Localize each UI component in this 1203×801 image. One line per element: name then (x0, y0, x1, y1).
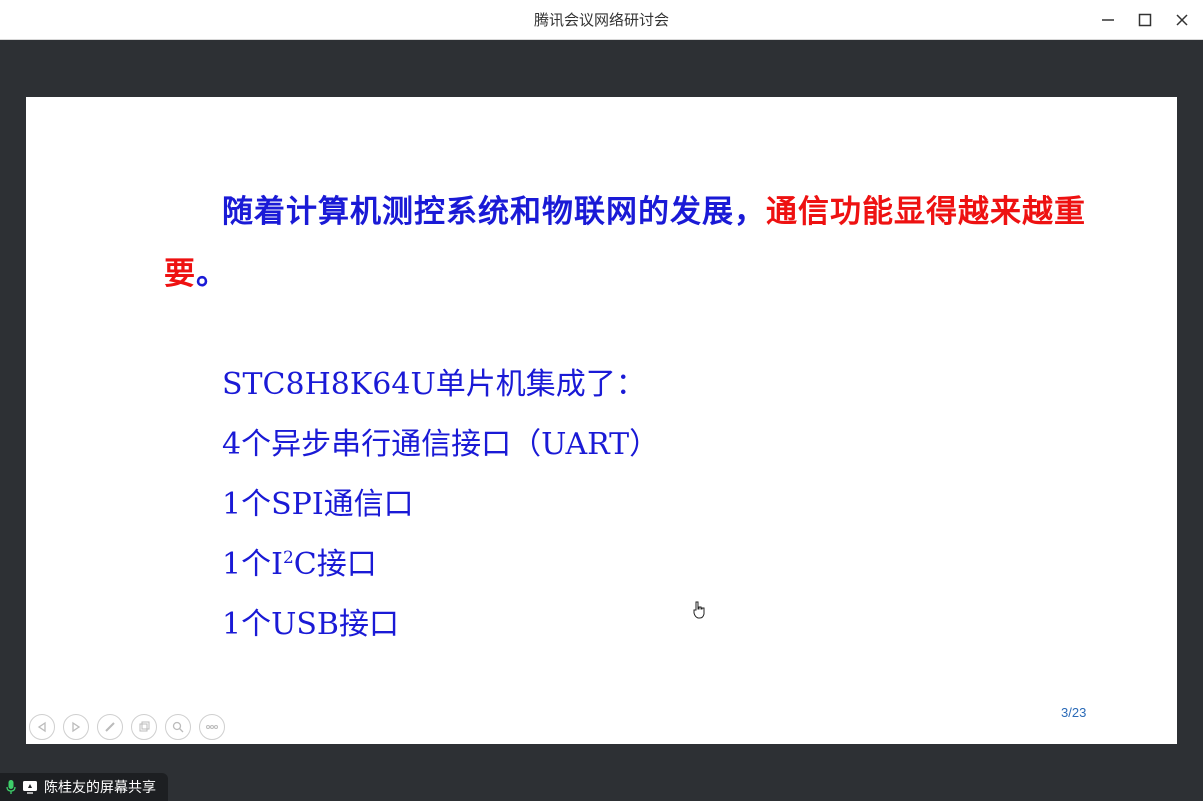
microphone-icon (6, 780, 16, 794)
next-slide-button[interactable] (63, 714, 89, 740)
slide-line-1: STC8H8K64U单片机集成了： (222, 367, 646, 402)
screen-share-indicator[interactable]: 陈桂友的屏幕共享 (0, 773, 168, 801)
more-icon (206, 725, 218, 729)
slides-icon (139, 721, 150, 732)
pen-icon (105, 722, 115, 732)
slide-line-4: 1个I2C接口 (222, 539, 377, 583)
slide-toolbar (29, 714, 225, 740)
screen-share-label: 陈桂友的屏幕共享 (44, 780, 156, 796)
pen-button[interactable] (97, 714, 123, 740)
maximize-button[interactable] (1133, 8, 1157, 32)
more-options-button[interactable] (199, 714, 225, 740)
slide-line-5: 1个USB接口 (222, 607, 399, 642)
arrow-left-icon (37, 721, 46, 733)
magnifier-icon (172, 721, 184, 733)
paragraph-end: 。 (196, 256, 228, 292)
hand-cursor-icon (693, 601, 705, 619)
slides-overview-button[interactable] (131, 714, 157, 740)
window-title: 腾讯会议网络研讨会 (533, 11, 669, 29)
paragraph-blue-text: 随着计算机测控系统和物联网的发展， (222, 194, 766, 230)
shared-slide: 随着计算机测控系统和物联网的发展，通信功能显得越来越重要。 STC8H8K64U… (26, 97, 1177, 744)
close-button[interactable] (1170, 8, 1194, 32)
window-title-bar: 腾讯会议网络研讨会 (0, 0, 1203, 40)
slide-line-3: 1个SPI通信口 (222, 487, 414, 522)
minimize-icon (1102, 19, 1114, 21)
i2c-superscript: 2 (282, 548, 294, 568)
i2c-suffix: C接口 (293, 547, 377, 582)
slide-line-2: 4个异步串行通信接口（UART） (222, 427, 660, 462)
i2c-prefix: 1个I (222, 547, 283, 582)
page-indicator: 3/23 (1061, 705, 1087, 720)
zoom-button[interactable] (165, 714, 191, 740)
maximize-icon (1138, 13, 1152, 27)
minimize-button[interactable] (1096, 8, 1120, 32)
previous-slide-button[interactable] (29, 714, 55, 740)
close-icon (1176, 14, 1188, 26)
screen-share-icon (23, 781, 37, 794)
arrow-right-icon (72, 721, 81, 733)
slide-paragraph: 随着计算机测控系统和物联网的发展，通信功能显得越来越重要。 (164, 181, 1104, 305)
